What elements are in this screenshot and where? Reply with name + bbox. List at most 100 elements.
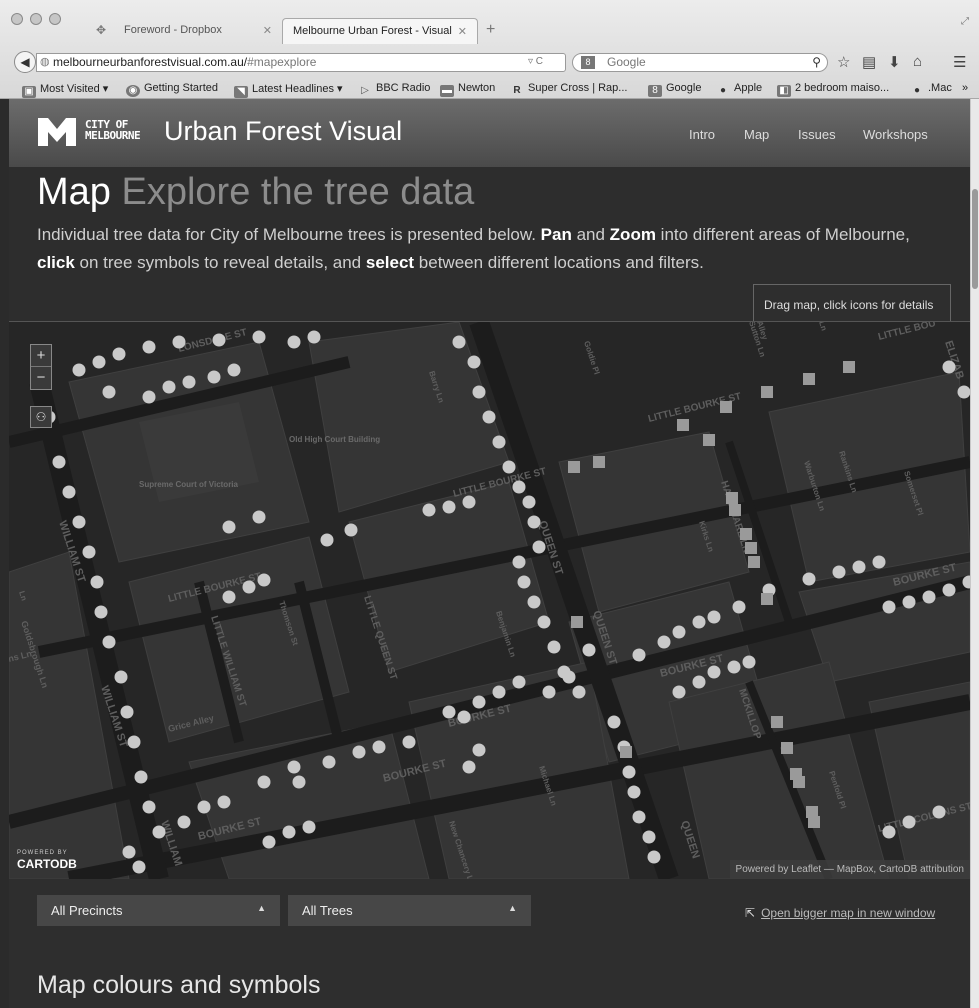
tree-marker [492,685,506,699]
tree-marker [257,573,271,587]
tree-marker [52,455,66,469]
bookmark-super-cross[interactable]: R Super Cross | Rap... [510,82,627,97]
minimize-window-button[interactable] [30,13,42,25]
map-attribution[interactable]: Powered by Leaflet — MapBox, CartoDB att… [729,860,970,879]
tree-square-marker [808,816,820,828]
city-of-melbourne-logo[interactable] [38,118,76,146]
tree-marker [542,685,556,699]
reload-icon[interactable]: ▿ C [528,56,543,67]
bookmark-latest-headlines[interactable]: ◥ Latest Headlines ▾ [234,82,343,98]
cartodb-logo[interactable]: CARTODB [17,857,77,871]
nav-issues[interactable]: Issues [798,127,836,142]
tree-square-marker [593,456,605,468]
tree-marker [527,515,541,529]
tree-marker [502,460,516,474]
tree-square-marker [720,401,732,413]
tree-marker [622,765,636,779]
place-label-old-high-court: Old High Court Building [289,435,380,444]
nav-intro[interactable]: Intro [689,127,715,142]
download-icon[interactable]: ⬇ [888,53,901,71]
tree-square-marker [793,776,805,788]
nav-map[interactable]: Map [744,127,769,142]
tree-marker [132,860,146,874]
tree-map[interactable]: LONSDALE ST LITTLE BOURKE ST LITTLE BOURKE… [9,322,970,879]
close-window-button[interactable] [11,13,23,25]
tree-square-marker [761,386,773,398]
tree-marker [472,385,486,399]
bookmarks-list-icon[interactable]: ▤ [862,53,876,71]
bookmark-most-visited[interactable]: ▣ Most Visited ▾ [22,82,108,98]
zoom-control: + − [30,344,52,390]
tree-marker [452,335,466,349]
tree-marker [732,600,746,614]
tab-title: Foreword - Dropbox [124,24,222,36]
close-tab-icon[interactable]: ✕ [263,24,272,37]
bookmark-star-icon[interactable]: ☆ [837,53,850,71]
tree-marker [282,825,296,839]
search-input[interactable]: 8 Google ⚲ [572,53,828,72]
bookmarks-overflow-chevron[interactable]: » [962,82,968,94]
tree-square-marker [571,616,583,628]
tab-urban-forest[interactable]: Melbourne Urban Forest - Visual ✕ [282,18,478,44]
tree-marker [307,330,321,344]
tab-bar: ✥ Foreword - Dropbox ✕ Melbourne Urban F… [0,0,979,44]
fullscreen-icon[interactable]: ⤢ [961,16,969,27]
tree-marker [152,825,166,839]
bookmark-2-bedroom[interactable]: ◧ 2 bedroom maiso... [777,82,889,97]
tree-marker [922,590,936,604]
tree-marker [472,743,486,757]
search-icon[interactable]: ⚲ [812,54,821,71]
tree-marker [222,520,236,534]
url-bar[interactable]: ◍ melbourneurbanforestvisual.com.au/#map… [36,53,566,72]
tree-marker [517,575,531,589]
zoom-out-button[interactable]: − [31,367,51,389]
precinct-select[interactable]: All Precincts ▲ [37,895,280,926]
tree-marker [512,480,526,494]
bookmark-bbc-radio[interactable]: ▷ BBC Radio [358,82,430,97]
tree-marker [707,665,721,679]
bookmark-newton[interactable]: ▬ Newton [440,82,495,97]
zoom-window-button[interactable] [49,13,61,25]
filters-section: All Precincts ▲ All Trees ▲ ⇱ Open bigger m… [9,879,970,1008]
page-scrollbar[interactable] [970,99,979,1008]
menu-icon[interactable]: ☰ [953,53,966,71]
tree-square-marker [726,492,738,504]
tree-marker [882,825,896,839]
home-icon[interactable]: ⌂ [913,53,922,70]
firefox-icon: ◉ [126,85,140,97]
newton-icon: ▬ [440,85,454,97]
tree-marker [692,615,706,629]
map-canvas[interactable]: LONSDALE STLITTLE BOURKE STLITTLE BOURKE… [9,322,970,879]
tree-marker [114,670,128,684]
tree-marker [122,845,136,859]
tab-dropbox[interactable]: ✥ Foreword - Dropbox ✕ [86,18,282,44]
zoom-in-button[interactable]: + [31,345,51,367]
bookmark-mac[interactable]: ● .Mac [910,82,952,97]
bookmark-getting-started[interactable]: ◉ Getting Started [126,82,218,97]
tree-square-marker [771,716,783,728]
close-tab-icon[interactable]: ✕ [458,25,467,38]
dropbox-icon: ✥ [96,23,107,37]
navigation-bar: ◀ ◍ melbourneurbanforestvisual.com.au/#m… [0,47,979,77]
bookmark-apple[interactable]: ● Apple [716,82,762,97]
globe-icon: ◍ [40,56,50,68]
rss-icon: ◥ [234,86,248,98]
back-button[interactable]: ◀ [14,51,36,73]
trees-select[interactable]: All Trees ▲ [288,895,531,926]
tree-marker [462,495,476,509]
tree-marker [252,330,266,344]
bookmark-google[interactable]: 8 Google [648,82,701,97]
scrollbar-thumb[interactable] [972,189,978,289]
user-locate-icon[interactable]: ⚇ [30,406,52,428]
tree-marker [142,800,156,814]
tree-marker [92,355,106,369]
nav-workshops[interactable]: Workshops [863,127,928,142]
tree-marker [212,333,226,347]
tree-marker [142,340,156,354]
google-engine-icon[interactable]: 8 [581,56,595,69]
open-bigger-map-link[interactable]: ⇱ Open bigger map in new window [745,906,935,920]
tree-marker [642,830,656,844]
tree-marker [672,685,686,699]
tree-marker [582,643,596,657]
new-tab-icon[interactable]: + [486,21,495,39]
